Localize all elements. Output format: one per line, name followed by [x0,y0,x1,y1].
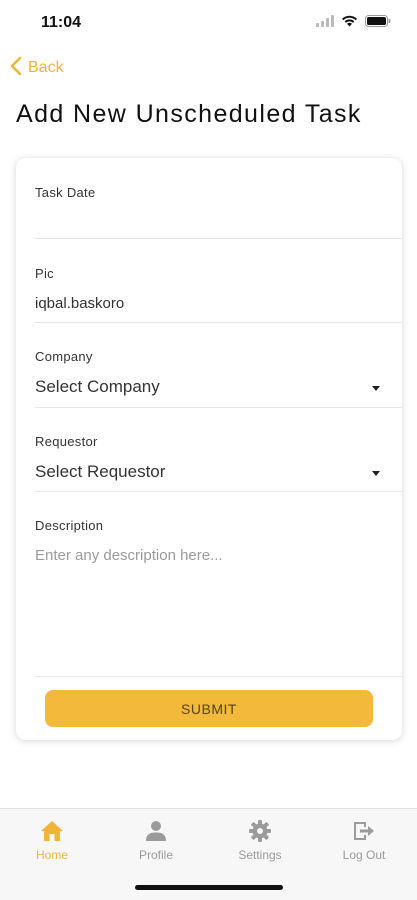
tab-logout[interactable]: Log Out [312,819,416,869]
status-bar: 11:04 [0,0,417,46]
page-title: Add New Unscheduled Task [16,100,362,128]
gear-icon [249,819,271,843]
logout-icon [352,819,376,843]
requestor-label: Requestor [35,434,98,449]
requestor-select[interactable]: Requestor Select Requestor [35,408,402,492]
person-icon [145,819,167,843]
company-label: Company [35,349,93,364]
submit-button[interactable]: SUBMIT [45,690,373,727]
home-icon [40,819,64,843]
description-label: Description [35,518,104,533]
home-indicator [135,885,283,890]
tab-logout-label: Log Out [342,848,386,862]
battery-icon [365,14,391,32]
task-date-field[interactable]: Task Date [35,158,402,239]
tab-home-label: Home [35,848,68,862]
status-icons [316,15,391,31]
tab-settings[interactable]: Settings [208,819,312,869]
task-form-card: Task Date Pic iqbal.baskoro Company Sele… [16,158,402,740]
wifi-icon [341,14,358,32]
chevron-left-icon [10,56,22,81]
pic-label: Pic [35,266,54,281]
caret-down-icon [372,471,380,476]
task-date-label: Task Date [35,185,96,200]
back-label: Back [28,59,64,76]
tab-settings-label: Settings [238,848,282,862]
company-select[interactable]: Company Select Company [35,323,402,408]
caret-down-icon [372,386,380,391]
description-field[interactable]: Description Enter any description here..… [35,492,402,677]
tab-home[interactable]: Home [0,819,104,869]
description-placeholder: Enter any description here... [35,547,223,564]
pic-value: iqbal.baskoro [35,295,125,312]
status-time: 11:04 [41,14,82,31]
signal-icon [316,14,334,32]
back-button[interactable]: Back [10,56,64,80]
tab-profile[interactable]: Profile [104,819,208,869]
requestor-selected-value: Select Requestor [35,462,166,481]
company-selected-value: Select Company [35,377,160,396]
tab-profile-label: Profile [138,848,173,862]
pic-field[interactable]: Pic iqbal.baskoro [35,239,402,323]
